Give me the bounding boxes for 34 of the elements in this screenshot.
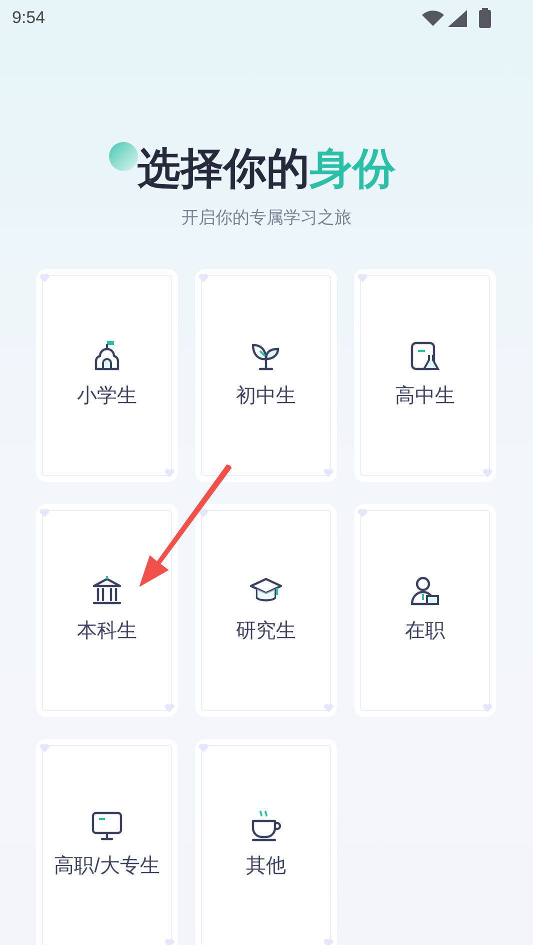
heart-icon <box>39 508 50 518</box>
heart-icon <box>198 508 209 518</box>
identity-card[interactable]: 其他 <box>195 738 337 945</box>
heart-icon <box>482 468 493 478</box>
signal-icon <box>448 10 467 26</box>
identity-card[interactable]: 高职/大专生 <box>36 738 178 945</box>
heart-icon <box>198 272 209 282</box>
page-title: 选择你的身份 <box>138 148 396 191</box>
heart-icon <box>482 702 493 712</box>
identity-card[interactable]: 高中生 <box>354 268 496 482</box>
heart-icon <box>39 742 50 752</box>
heart-icon <box>357 508 368 518</box>
identity-card[interactable]: 小学生 <box>36 268 178 482</box>
heart-icon <box>198 742 209 752</box>
heart-icon <box>323 938 334 945</box>
person-badge-icon <box>408 574 442 608</box>
identity-card[interactable]: 本科生 <box>36 504 178 716</box>
identity-card[interactable]: 在职 <box>354 504 496 716</box>
identity-card[interactable]: 研究生 <box>195 504 337 716</box>
heart-icon <box>164 468 175 478</box>
monitor-icon <box>90 809 124 843</box>
heart-icon <box>39 272 50 282</box>
wifi-icon <box>422 10 444 26</box>
status-time: 9:54 <box>12 7 46 30</box>
heart-icon <box>164 938 175 945</box>
flask-icon <box>408 339 442 373</box>
heart-icon <box>323 468 334 478</box>
heart-icon <box>323 702 334 712</box>
identity-card[interactable]: 初中生 <box>195 268 337 482</box>
heart-icon <box>164 702 175 712</box>
heart-icon <box>357 272 368 282</box>
page-subtitle: 开启你的专属学习之旅 <box>182 207 352 229</box>
teacup-icon <box>249 809 283 843</box>
battery-icon <box>479 8 491 28</box>
